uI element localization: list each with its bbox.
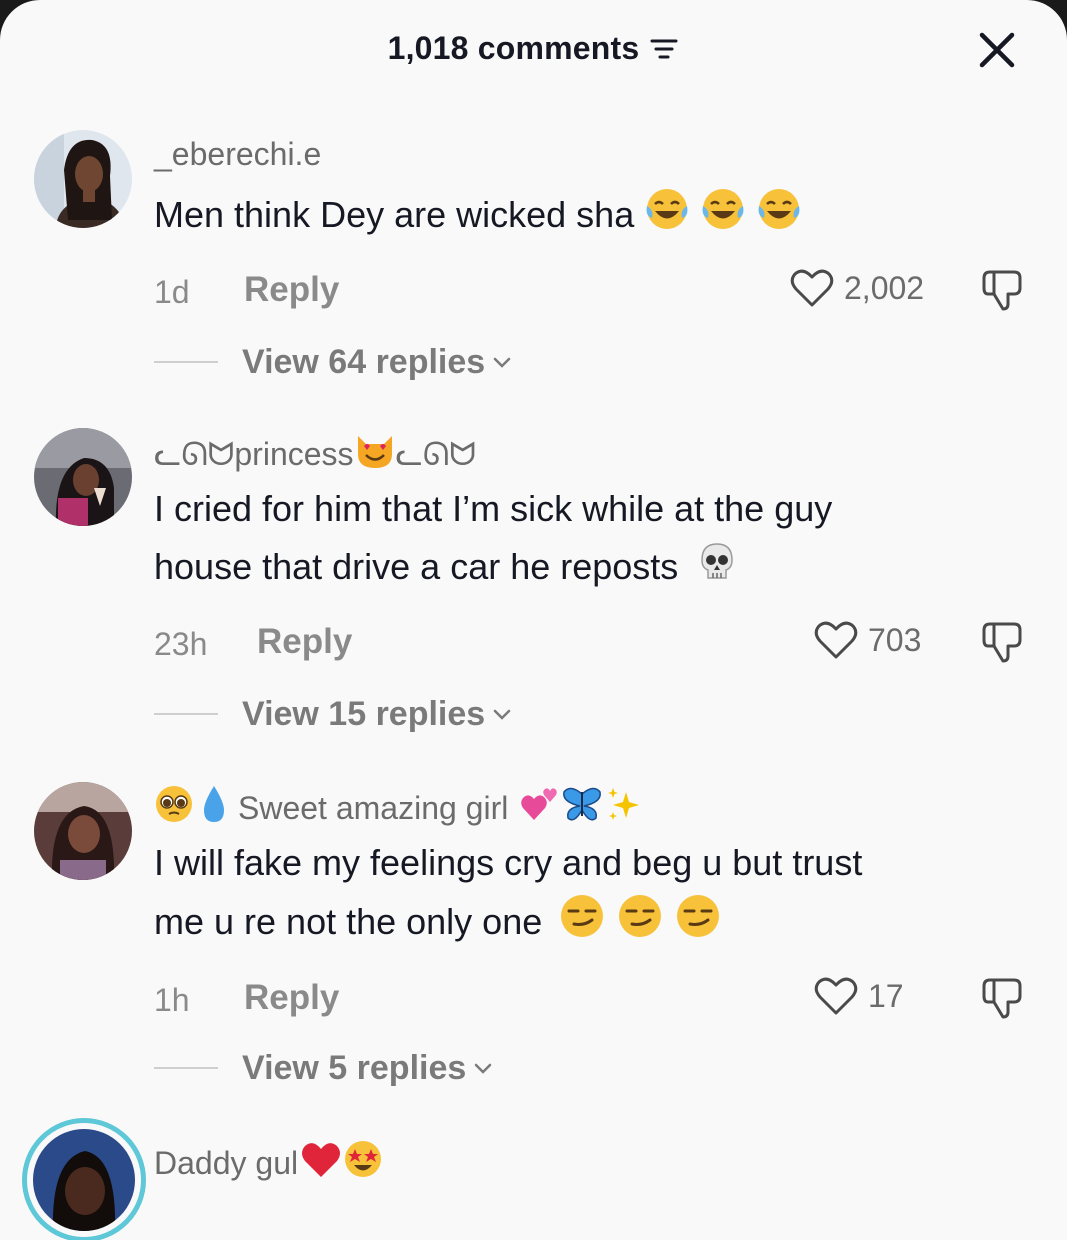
dislike-icon[interactable] xyxy=(980,620,1026,664)
comment-username[interactable]: Daddy gul xyxy=(154,1138,384,1188)
comment-time: 1d xyxy=(154,274,190,310)
comment-text: I will fake my feelings cry and beg u bu… xyxy=(154,834,1034,957)
username-text: Daddy gul xyxy=(154,1144,299,1181)
reply-button[interactable]: Reply xyxy=(257,622,352,662)
like-button[interactable]: 17 xyxy=(814,976,904,1016)
view-replies-button[interactable]: View 64 replies xyxy=(154,340,513,384)
like-button[interactable]: 703 xyxy=(814,620,921,660)
red-heart-icon xyxy=(300,1139,342,1187)
reply-button[interactable]: Reply xyxy=(244,270,339,310)
comment-time: 1h xyxy=(154,982,190,1018)
smirking-face-icon xyxy=(616,892,664,957)
like-button[interactable]: 2,002 xyxy=(790,268,924,308)
avatar[interactable] xyxy=(22,1118,146,1240)
heart-icon xyxy=(814,977,858,1015)
comment-text: Men think Dey are wicked sha xyxy=(154,186,1034,249)
like-count: 2,002 xyxy=(844,269,925,306)
comments-count-label: 1,018 comments xyxy=(387,30,640,66)
avatar[interactable] xyxy=(34,130,132,228)
comment-text-line: me u re not the only one xyxy=(154,901,543,943)
comments-count-title: 1,018 comments xyxy=(0,30,1067,67)
heart-icon xyxy=(790,269,834,307)
comment-username[interactable]: _eberechi.e xyxy=(154,136,321,173)
avatar[interactable] xyxy=(34,782,132,880)
smiling-cat-heart-eyes-icon xyxy=(354,430,396,478)
close-icon[interactable] xyxy=(977,30,1017,70)
like-count: 17 xyxy=(868,977,904,1014)
comment-text-body: Men think Dey are wicked sha xyxy=(154,194,635,236)
view-replies-label: View 5 replies xyxy=(242,1048,467,1087)
username-text: princess xyxy=(234,435,354,472)
view-replies-button[interactable]: View 5 replies xyxy=(154,1046,494,1090)
droplet-icon xyxy=(200,784,228,832)
view-replies-label: View 15 replies xyxy=(242,694,486,733)
comment-meta: 1d Reply 2,002 xyxy=(154,268,1034,318)
avatar[interactable] xyxy=(34,428,132,526)
chevron-down-icon xyxy=(493,709,511,720)
like-count: 703 xyxy=(868,621,922,658)
chevron-down-icon xyxy=(475,1063,492,1074)
heart-icon xyxy=(814,621,858,659)
pleading-face-icon xyxy=(154,784,194,832)
comment-text-line: I cried for him that I’m sick while at t… xyxy=(154,488,833,529)
view-replies-button[interactable]: View 15 replies xyxy=(154,692,513,736)
comments-sheet: 1,018 comments _eberechi.e Men think Dey… xyxy=(0,0,1067,1240)
divider xyxy=(154,713,218,715)
comment-meta: 1h Reply 17 xyxy=(154,976,1034,1026)
dislike-icon[interactable] xyxy=(980,976,1026,1020)
divider xyxy=(154,1067,218,1069)
comments-header: 1,018 comments xyxy=(0,22,1067,78)
username-text: Sweet amazing girl xyxy=(238,789,509,826)
divider xyxy=(154,361,218,363)
star-struck-icon xyxy=(342,1138,384,1188)
filter-icon[interactable] xyxy=(649,37,679,61)
sparkles-icon xyxy=(604,784,644,832)
username-kaomoji: ᓚᘏᗢ xyxy=(154,434,235,473)
comment-username[interactable]: Sweet amazing girl xyxy=(154,784,644,832)
smirking-face-icon xyxy=(558,892,606,957)
comment-text-line: house that drive a car he reposts xyxy=(154,546,679,588)
reply-button[interactable]: Reply xyxy=(244,978,339,1018)
dislike-icon[interactable] xyxy=(980,268,1026,312)
username-kaomoji: ᓚᘏᗢ xyxy=(395,434,476,473)
comment-meta: 23h Reply 703 xyxy=(154,620,1034,670)
face-with-tears-of-joy-icon xyxy=(756,186,802,249)
view-replies-label: View 64 replies xyxy=(242,342,486,381)
comment-text: I cried for him that I’m sick while at t… xyxy=(154,480,1034,601)
comment-username[interactable]: ᓚᘏᗢ princess ᓚᘏᗢ xyxy=(154,430,476,478)
comment-text-line: I will fake my feelings cry and beg u bu… xyxy=(154,842,863,883)
two-hearts-icon xyxy=(520,784,560,832)
smirking-face-icon xyxy=(674,892,722,957)
chevron-down-icon xyxy=(493,357,511,368)
butterfly-icon xyxy=(560,784,604,832)
skull-icon xyxy=(694,538,740,601)
comment-time: 23h xyxy=(154,626,208,662)
face-with-tears-of-joy-icon xyxy=(644,186,690,249)
face-with-tears-of-joy-icon xyxy=(700,186,746,249)
